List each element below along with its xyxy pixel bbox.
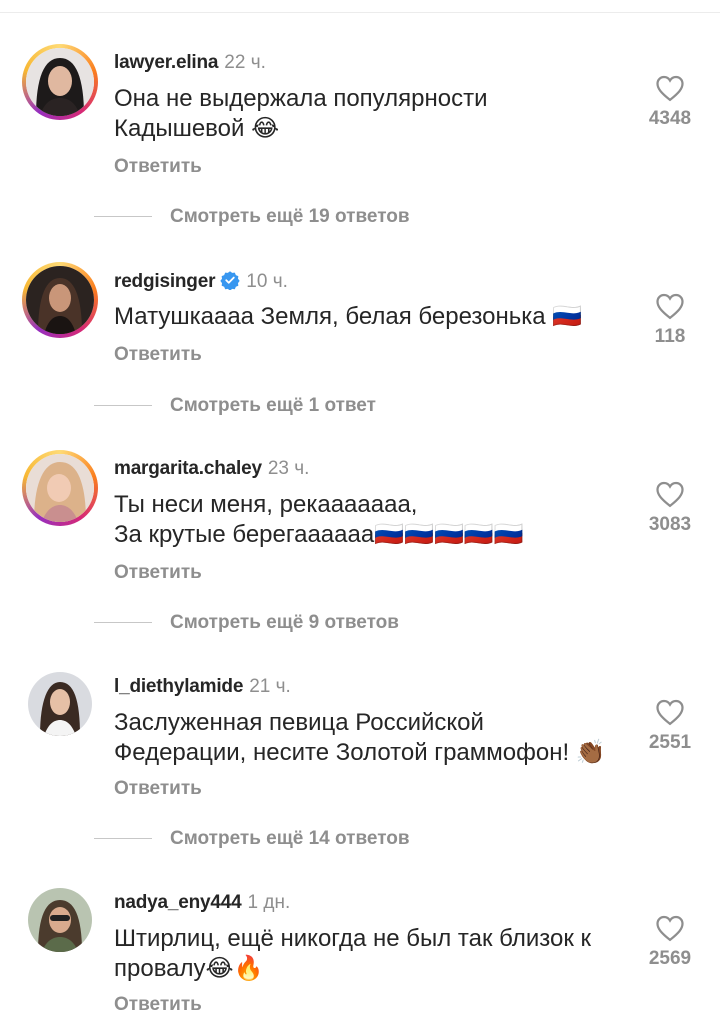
replies-divider bbox=[94, 622, 152, 624]
verified-badge-icon bbox=[220, 271, 240, 290]
heart-outline-icon[interactable] bbox=[655, 74, 685, 102]
comment-line: Штирлиц, ещё никогда не был так близок к bbox=[114, 925, 591, 952]
avatar[interactable] bbox=[22, 450, 98, 526]
view-replies-label: Смотреть ещё 14 ответов bbox=[170, 828, 410, 849]
username[interactable]: nadya_eny444 bbox=[114, 892, 242, 913]
replies-divider bbox=[94, 405, 152, 407]
like-count: 118 bbox=[654, 326, 686, 347]
username[interactable]: lawyer.elina bbox=[114, 52, 218, 73]
heart-outline-icon[interactable] bbox=[655, 480, 685, 508]
view-replies-label: Смотреть ещё 19 ответов bbox=[170, 206, 410, 227]
avatar-photo-icon bbox=[28, 888, 92, 952]
view-replies-label: Смотреть ещё 1 ответ bbox=[170, 395, 376, 416]
comment-meta: redgisinger 10 ч. bbox=[114, 270, 288, 293]
comment-meta: nadya_eny444 1 дн. bbox=[114, 892, 290, 914]
view-replies-button[interactable]: Смотреть ещё 1 ответ bbox=[94, 395, 376, 417]
comment-line: Она не выдержала популярности bbox=[114, 85, 488, 112]
avatar[interactable] bbox=[28, 672, 92, 736]
comment-line: Ты неси меня, рекааааааа, bbox=[114, 491, 418, 518]
timestamp: 22 ч. bbox=[224, 52, 266, 73]
like-button[interactable]: 2569 bbox=[640, 914, 700, 970]
avatar[interactable] bbox=[22, 262, 98, 338]
view-replies-label: Смотреть ещё 9 ответов bbox=[170, 612, 399, 633]
comment-line: провалу😂🔥 bbox=[114, 955, 264, 982]
avatar-photo-icon bbox=[26, 48, 94, 116]
avatar-photo-icon bbox=[28, 672, 92, 736]
comment-text: Заслуженная певица Российской Федерации,… bbox=[114, 708, 624, 768]
timestamp: 1 дн. bbox=[247, 892, 291, 913]
heart-outline-icon[interactable] bbox=[655, 292, 685, 320]
reply-button[interactable]: Ответить bbox=[114, 994, 202, 1016]
avatar[interactable] bbox=[28, 888, 92, 952]
comment-text: Штирлиц, ещё никогда не был так близок к… bbox=[114, 924, 624, 984]
like-button[interactable]: 3083 bbox=[640, 480, 700, 536]
comment-text: Она не выдержала популярности Кадышевой … bbox=[114, 84, 624, 144]
comment-line: Кадышевой 😂 bbox=[114, 115, 280, 142]
view-replies-button[interactable]: Смотреть ещё 14 ответов bbox=[94, 828, 410, 850]
comment-line: Федерации, несите Золотой граммофон! 👏🏾 bbox=[114, 739, 606, 766]
avatar-photo-icon bbox=[26, 266, 94, 334]
like-count: 4348 bbox=[648, 108, 692, 129]
view-replies-button[interactable]: Смотреть ещё 19 ответов bbox=[94, 206, 410, 228]
comment-line: Матушкаааа Земля, белая березонька 🇷🇺 bbox=[114, 303, 583, 330]
comment-text: Матушкаааа Земля, белая березонька 🇷🇺 bbox=[114, 302, 624, 332]
comment-meta: l_diethylamide 21 ч. bbox=[114, 676, 291, 698]
replies-divider bbox=[94, 838, 152, 840]
reply-button[interactable]: Ответить bbox=[114, 156, 202, 178]
like-button[interactable]: 2551 bbox=[640, 698, 700, 754]
username[interactable]: l_diethylamide bbox=[114, 676, 243, 697]
comment-meta: margarita.chaley 23 ч. bbox=[114, 458, 309, 480]
like-button[interactable]: 4348 bbox=[640, 74, 700, 130]
timestamp: 21 ч. bbox=[249, 676, 291, 697]
comment-line: Заслуженная певица Российской bbox=[114, 709, 484, 736]
like-count: 2569 bbox=[648, 948, 692, 969]
top-divider bbox=[0, 12, 720, 13]
like-button[interactable]: 118 bbox=[640, 292, 700, 348]
heart-outline-icon[interactable] bbox=[655, 914, 685, 942]
like-count: 3083 bbox=[648, 514, 692, 535]
timestamp: 23 ч. bbox=[267, 458, 310, 479]
replies-divider bbox=[94, 216, 152, 218]
view-replies-button[interactable]: Смотреть ещё 9 ответов bbox=[94, 612, 399, 634]
username[interactable]: margarita.chaley bbox=[114, 458, 262, 479]
reply-button[interactable]: Ответить bbox=[114, 562, 202, 584]
reply-button[interactable]: Ответить bbox=[114, 344, 202, 366]
avatar[interactable] bbox=[22, 44, 98, 120]
like-count: 2551 bbox=[648, 732, 692, 753]
comment-line: За крутые берегаааааа🇷🇺🇷🇺🇷🇺🇷🇺🇷🇺 bbox=[114, 521, 524, 548]
comment-text: Ты неси меня, рекааааааа, За крутые бере… bbox=[114, 490, 624, 550]
timestamp: 10 ч. bbox=[246, 271, 288, 292]
comment-meta: lawyer.elina 22 ч. bbox=[114, 52, 266, 74]
username[interactable]: redgisinger bbox=[114, 271, 215, 292]
reply-button[interactable]: Ответить bbox=[114, 778, 202, 800]
avatar-photo-icon bbox=[26, 454, 94, 522]
heart-outline-icon[interactable] bbox=[655, 698, 685, 726]
